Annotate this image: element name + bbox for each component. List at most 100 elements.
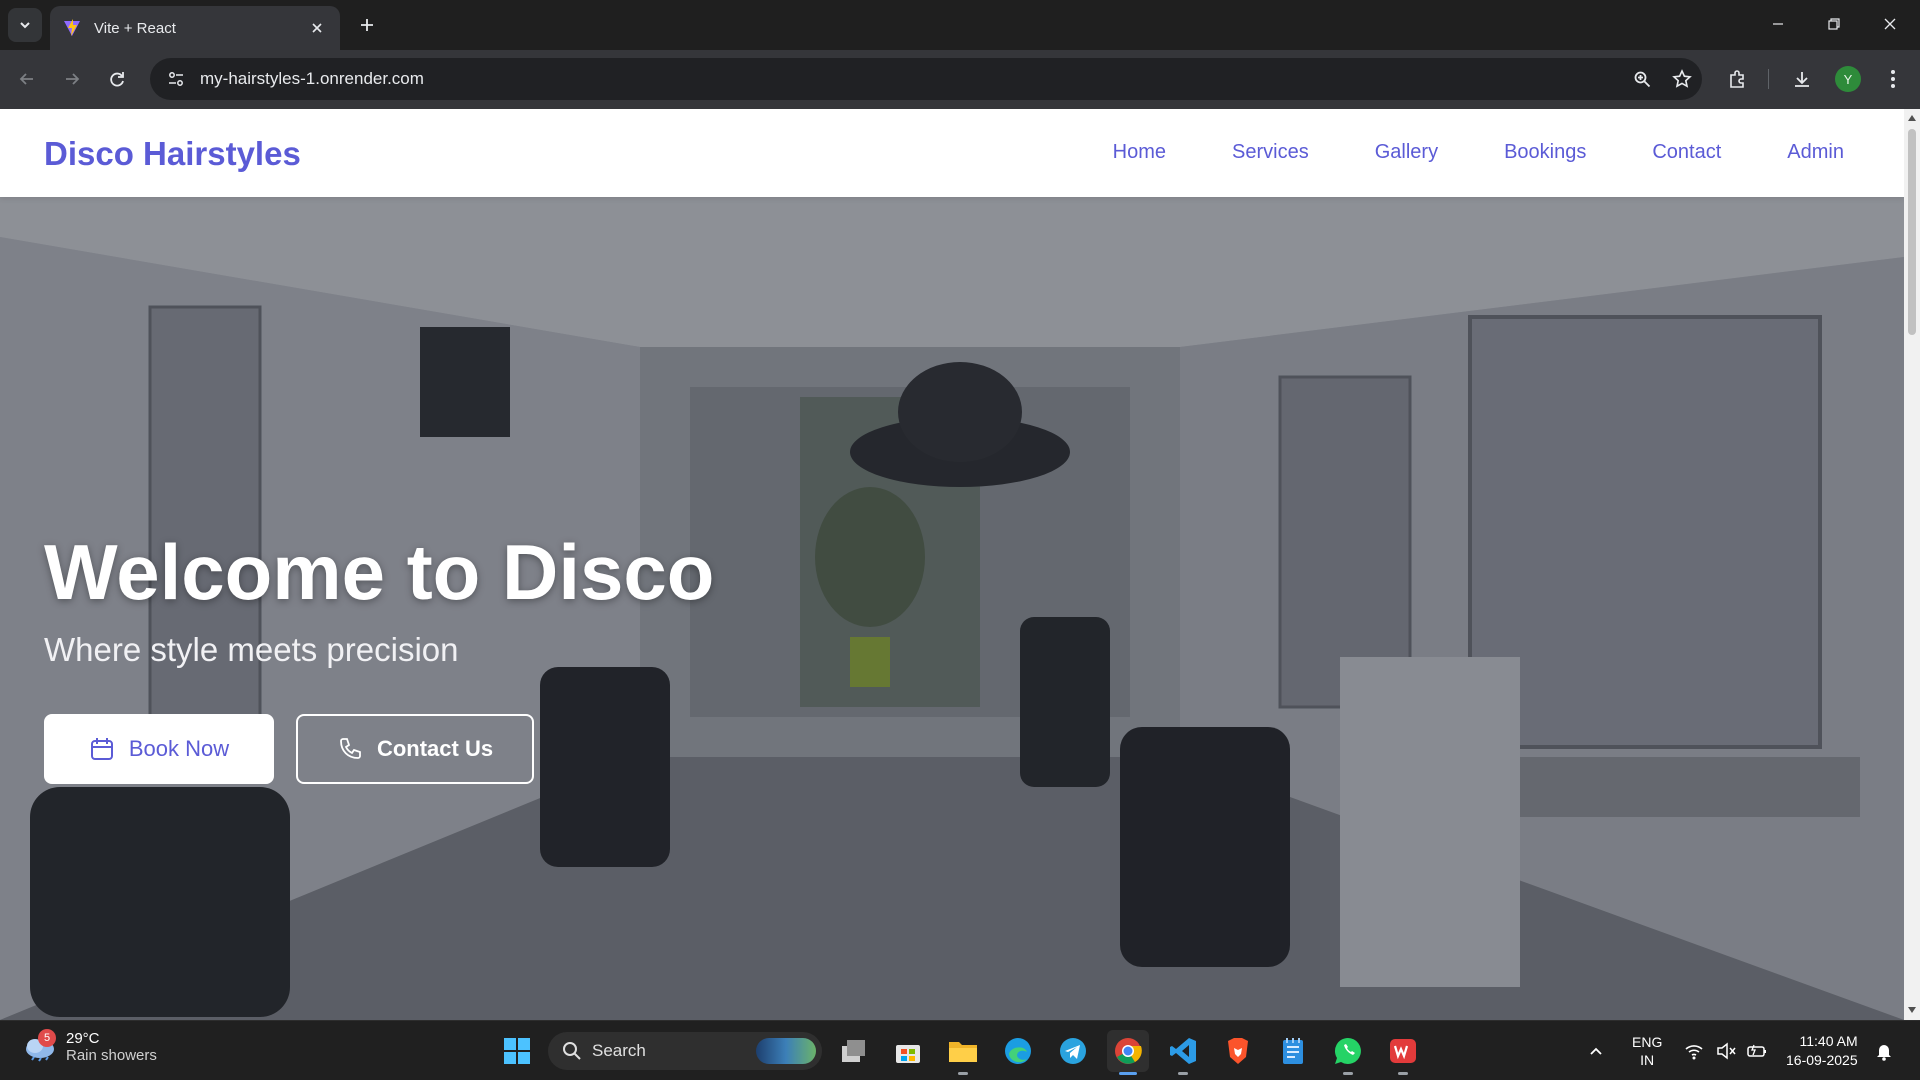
clock[interactable]: 11:40 AM 16-09-2025 <box>1786 1021 1858 1080</box>
vscode-icon <box>1170 1038 1196 1064</box>
folder-icon <box>949 1042 977 1062</box>
book-now-button[interactable]: Book Now <box>44 714 274 784</box>
store-icon <box>896 1045 920 1063</box>
weather-desc: Rain showers <box>66 1047 157 1064</box>
battery-icon <box>1747 1044 1766 1057</box>
contact-us-label: Contact Us <box>376 736 494 761</box>
puzzle-icon <box>1730 70 1744 88</box>
nav-link-services[interactable]: Services <box>1232 141 1309 164</box>
downloads-button[interactable] <box>1785 62 1819 96</box>
plus-icon <box>361 19 373 31</box>
nav-links: Home Services Gallery Bookings Contact A… <box>1047 141 1844 164</box>
avatar: Y <box>1835 66 1861 92</box>
hero-subtitle: Where style meets precision <box>44 631 459 668</box>
chrome-app[interactable] <box>1107 1030 1149 1075</box>
start-button[interactable] <box>496 1030 538 1072</box>
bookmark-star-icon[interactable] <box>1662 58 1702 100</box>
edge-app[interactable] <box>997 1030 1039 1072</box>
notepad-app[interactable] <box>1272 1030 1314 1072</box>
vscode-app[interactable] <box>1162 1030 1204 1075</box>
chrome-icon <box>1115 1038 1142 1064</box>
download-icon <box>1795 72 1809 87</box>
profile-button[interactable]: Y <box>1831 62 1865 96</box>
site-info-icon[interactable] <box>156 58 196 100</box>
forward-button[interactable] <box>55 62 89 96</box>
restore-button[interactable] <box>1806 0 1862 48</box>
weather-temp: 29°C <box>66 1030 100 1047</box>
chevron-down-icon <box>20 22 30 29</box>
lang-line-2: IN <box>1640 1052 1655 1068</box>
microsoft-store-app[interactable] <box>887 1030 929 1072</box>
bell-icon <box>1877 1045 1891 1061</box>
calendar-icon <box>89 736 115 762</box>
clock-time: 11:40 AM <box>1799 1033 1858 1049</box>
running-indicator <box>1343 1072 1353 1075</box>
page-scrollbar[interactable] <box>1904 109 1920 1020</box>
zoom-icon[interactable] <box>1622 58 1662 100</box>
running-indicator <box>958 1072 968 1075</box>
hero-section: Welcome to Disco Where style meets preci… <box>0 197 1904 1020</box>
minimize-button[interactable] <box>1750 0 1806 48</box>
browser-tab-bar: Vite + React <box>0 0 1920 50</box>
volume-status[interactable] <box>1716 1021 1736 1080</box>
whatsapp-app[interactable] <box>1327 1030 1369 1075</box>
minimize-icon <box>1773 23 1783 25</box>
notifications-button[interactable] <box>1874 1021 1894 1080</box>
extensions-button[interactable] <box>1720 62 1754 96</box>
browser-menu-button[interactable] <box>1876 62 1910 96</box>
scroll-down-icon[interactable] <box>1907 1005 1917 1015</box>
back-button[interactable] <box>10 62 44 96</box>
edge-icon <box>1005 1038 1031 1064</box>
browser-tab[interactable]: Vite + React <box>50 6 340 50</box>
speaker-muted-icon <box>1717 1042 1736 1060</box>
active-indicator <box>1119 1072 1137 1075</box>
tab-search-button[interactable] <box>8 8 42 42</box>
nav-link-bookings[interactable]: Bookings <box>1504 141 1586 164</box>
notepad-icon <box>1283 1038 1303 1064</box>
arrow-left-icon <box>19 73 33 85</box>
clock-date: 16-09-2025 <box>1786 1052 1858 1068</box>
weather-widget[interactable]: 5 29°C Rain showers <box>22 1029 157 1065</box>
lang-line-1: ENG <box>1632 1034 1663 1050</box>
file-explorer-app[interactable] <box>942 1030 984 1075</box>
nav-link-home[interactable]: Home <box>1113 141 1166 164</box>
running-indicator <box>1398 1072 1408 1075</box>
wps-office-app[interactable] <box>1382 1030 1424 1075</box>
nav-link-contact[interactable]: Contact <box>1652 141 1721 164</box>
network-status[interactable] <box>1684 1021 1704 1080</box>
scrollbar-thumb[interactable] <box>1908 129 1916 335</box>
search-highlight-image <box>756 1038 816 1064</box>
battery-status[interactable] <box>1746 1021 1768 1080</box>
nav-link-admin[interactable]: Admin <box>1787 141 1844 164</box>
telegram-app[interactable] <box>1052 1030 1094 1072</box>
close-icon <box>1884 18 1896 30</box>
running-indicator <box>1178 1072 1188 1075</box>
reload-button[interactable] <box>100 62 134 96</box>
language-indicator[interactable]: ENG IN <box>1632 1021 1662 1080</box>
scroll-up-icon[interactable] <box>1907 113 1917 123</box>
search-label: Search <box>592 1041 646 1060</box>
close-window-button[interactable] <box>1862 0 1918 48</box>
task-view-button[interactable] <box>833 1030 875 1072</box>
show-hidden-icons[interactable] <box>1588 1021 1604 1080</box>
new-tab-button[interactable] <box>354 12 380 38</box>
page-viewport: Disco Hairstyles Home Services Gallery B… <box>0 109 1904 1020</box>
phone-icon <box>337 736 363 762</box>
whatsapp-icon <box>1334 1037 1361 1064</box>
rain-cloud-icon: 5 <box>22 1029 58 1065</box>
reload-icon <box>110 72 124 87</box>
taskbar-search[interactable]: Search <box>548 1032 822 1070</box>
site-navbar: Disco Hairstyles Home Services Gallery B… <box>0 109 1904 197</box>
url-text[interactable]: my-hairstyles-1.onrender.com <box>200 69 1622 89</box>
site-brand[interactable]: Disco Hairstyles <box>44 135 301 173</box>
contact-us-button[interactable]: Contact Us <box>296 714 534 784</box>
close-tab-icon[interactable] <box>306 17 328 39</box>
nav-link-gallery[interactable]: Gallery <box>1375 141 1438 164</box>
search-icon <box>563 1042 581 1060</box>
brave-app[interactable] <box>1217 1030 1259 1072</box>
address-bar[interactable]: my-hairstyles-1.onrender.com <box>150 58 1702 100</box>
browser-toolbar: my-hairstyles-1.onrender.com Y <box>0 50 1920 109</box>
kebab-menu-icon <box>1891 70 1895 88</box>
task-view-icon <box>842 1040 865 1062</box>
vite-logo-icon <box>64 19 80 36</box>
